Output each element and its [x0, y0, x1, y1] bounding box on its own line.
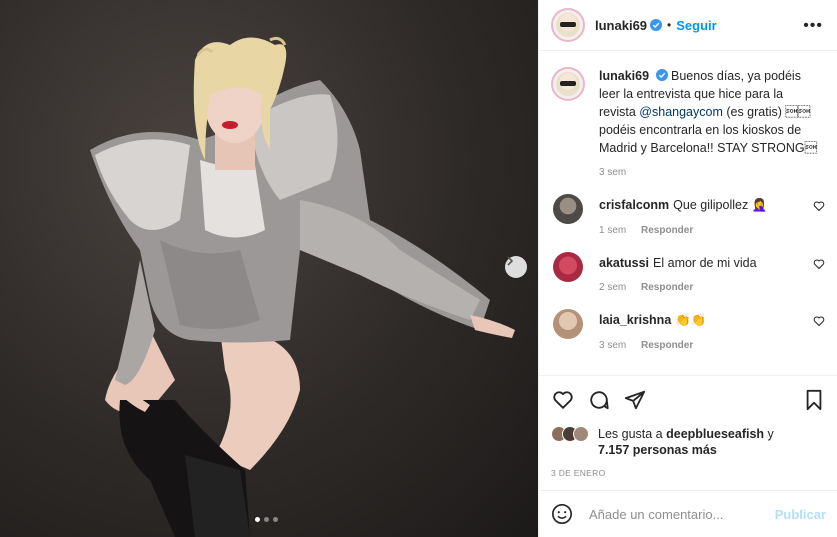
heart-icon — [553, 391, 573, 409]
caption-username[interactable]: lunaki69 — [599, 69, 649, 83]
post-image[interactable] — [0, 0, 538, 537]
like-comment-heart-icon[interactable] — [813, 258, 825, 270]
username-link[interactable]: lunaki69 — [595, 18, 647, 33]
comment-meta: 3 sem Responder — [599, 340, 706, 351]
share-button[interactable] — [623, 388, 647, 412]
liker-username[interactable]: deepblueseafish — [666, 427, 764, 441]
comment-input[interactable] — [589, 506, 769, 522]
paper-plane-icon — [624, 390, 646, 410]
more-options-icon[interactable]: ••• — [803, 17, 823, 35]
likes-middle: y — [764, 427, 774, 441]
likers-avatars[interactable] — [551, 426, 589, 442]
comment-username[interactable]: akatussi — [599, 256, 649, 270]
caption-text: lunaki69 Buenos días, ya podéis leer la … — [599, 67, 821, 157]
publish-button[interactable]: Publicar — [775, 507, 826, 522]
action-icons-row — [551, 386, 826, 414]
avatar[interactable] — [553, 252, 583, 282]
carousel-next-button[interactable] — [505, 256, 527, 278]
avatar — [573, 426, 589, 442]
post-header: lunaki69 • Seguir ••• — [539, 0, 837, 51]
comments-list[interactable]: lunaki69 Buenos días, ya podéis leer la … — [539, 51, 837, 375]
likes-count[interactable]: 7.157 personas más — [598, 443, 717, 457]
save-button[interactable] — [802, 388, 826, 412]
comment-time: 2 sem — [599, 282, 627, 293]
caption-mention-link[interactable]: @shangaycom — [639, 105, 723, 119]
comment-meta: 1 sem Responder — [599, 225, 767, 236]
like-comment-heart-icon[interactable] — [813, 315, 825, 327]
avatar[interactable] — [553, 194, 583, 224]
carousel-dot — [264, 517, 269, 522]
comment-item: akatussi El amor de mi vida 2 sem Respond… — [551, 252, 825, 293]
likes-text: Les gusta a deepblueseafish y 7.157 pers… — [598, 426, 774, 458]
post-caption: lunaki69 Buenos días, ya podéis leer la … — [551, 67, 825, 157]
like-comment-heart-icon[interactable] — [813, 200, 825, 212]
bookmark-icon — [806, 389, 822, 411]
comment-body: El amor de mi vida — [653, 256, 757, 270]
add-comment-bar: Publicar — [539, 490, 837, 537]
follow-button[interactable]: Seguir — [676, 18, 716, 33]
likes-prefix: Les gusta a — [598, 427, 667, 441]
comment-meta: 2 sem Responder — [599, 282, 757, 293]
reply-button[interactable]: Responder — [641, 340, 693, 351]
caption-timestamp: 3 sem — [599, 167, 627, 178]
comment-button[interactable] — [587, 388, 611, 412]
avatar-image — [556, 72, 580, 96]
carousel-dot — [255, 517, 260, 522]
comment-text: crisfalconm Que gilipollez 🤦‍♀️ — [599, 198, 767, 213]
verified-badge-icon — [655, 69, 668, 81]
likes-summary: Les gusta a deepblueseafish y 7.157 pers… — [551, 426, 826, 458]
comment-bubble-icon — [590, 391, 609, 410]
comment-body: Que gilipollez 🤦‍♀️ — [673, 198, 768, 212]
comment-time: 1 sem — [599, 225, 627, 236]
avatar[interactable] — [551, 67, 585, 101]
carousel-indicator — [255, 517, 278, 522]
verified-badge-icon — [650, 19, 663, 31]
chevron-right-icon — [507, 256, 514, 266]
comment-username[interactable]: crisfalconm — [599, 198, 669, 212]
post-actions: Les gusta a deepblueseafish y 7.157 pers… — [539, 375, 837, 478]
carousel-dot — [273, 517, 278, 522]
like-button[interactable] — [551, 388, 575, 412]
avatar[interactable] — [551, 8, 585, 42]
emoji-icon[interactable] — [551, 503, 573, 525]
post-side-panel: lunaki69 • Seguir ••• lunaki69 Buenos dí… — [538, 0, 837, 537]
reply-button[interactable]: Responder — [641, 282, 693, 293]
comment-body: 👏👏 — [675, 313, 707, 327]
comment-username[interactable]: laia_krishna — [599, 313, 671, 327]
avatar-image — [556, 13, 580, 37]
comment-text: akatussi El amor de mi vida — [599, 256, 757, 270]
reply-button[interactable]: Responder — [641, 225, 693, 236]
comment-time: 3 sem — [599, 340, 627, 351]
post-photo-illustration — [90, 36, 515, 537]
post-date: 3 DE ENERO — [551, 468, 606, 478]
comment-item: laia_krishna 👏👏 3 sem Responder — [551, 309, 825, 351]
comment-text: laia_krishna 👏👏 — [599, 313, 706, 328]
avatar[interactable] — [553, 309, 583, 339]
comment-item: crisfalconm Que gilipollez 🤦‍♀️ 1 sem Res… — [551, 194, 825, 236]
header-separator: • — [667, 18, 672, 32]
